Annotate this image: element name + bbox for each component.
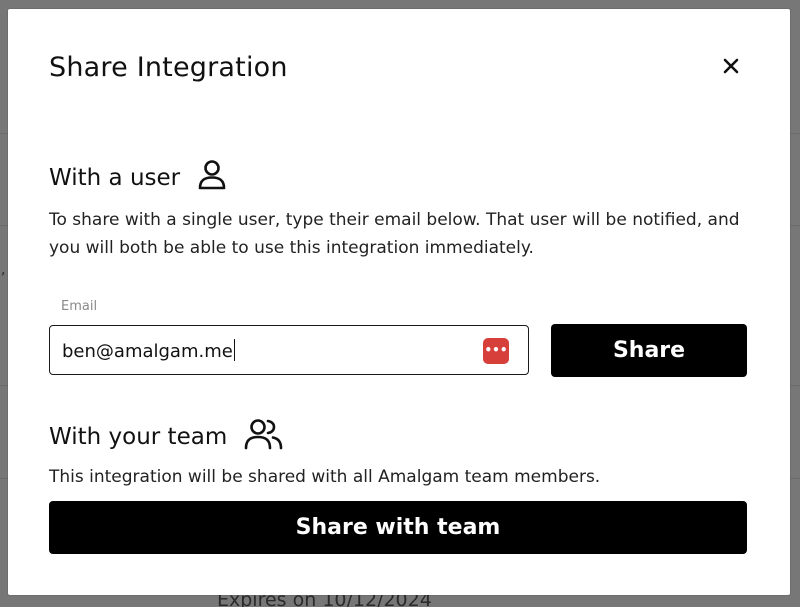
user-section-heading: With a user xyxy=(49,159,227,197)
close-icon xyxy=(723,58,739,74)
email-label: Email xyxy=(61,299,98,314)
user-section-title: With a user xyxy=(49,165,181,191)
email-input[interactable]: ben@amalgam.me xyxy=(62,339,462,362)
dots-icon: ••• xyxy=(484,343,508,357)
email-field[interactable]: ben@amalgam.me ••• xyxy=(49,325,529,375)
background-text-fragment: , xyxy=(1,262,6,278)
share-integration-modal: Share Integration With a user To share w… xyxy=(8,9,790,595)
team-section-description: This integration will be shared with all… xyxy=(49,467,601,487)
user-section-description: To share with a single user, type their … xyxy=(49,210,740,258)
team-section-heading: With your team xyxy=(49,417,284,457)
share-with-team-button[interactable]: Share with team xyxy=(49,501,747,554)
text-cursor xyxy=(233,339,235,361)
modal-title: Share Integration xyxy=(49,52,288,83)
close-button[interactable] xyxy=(720,55,742,77)
password-manager-icon[interactable]: ••• xyxy=(483,338,509,364)
share-button[interactable]: Share xyxy=(551,324,747,377)
users-icon xyxy=(244,417,284,457)
email-input-value: ben@amalgam.me xyxy=(62,341,233,362)
user-icon xyxy=(197,159,227,197)
team-section-title: With your team xyxy=(49,424,228,450)
